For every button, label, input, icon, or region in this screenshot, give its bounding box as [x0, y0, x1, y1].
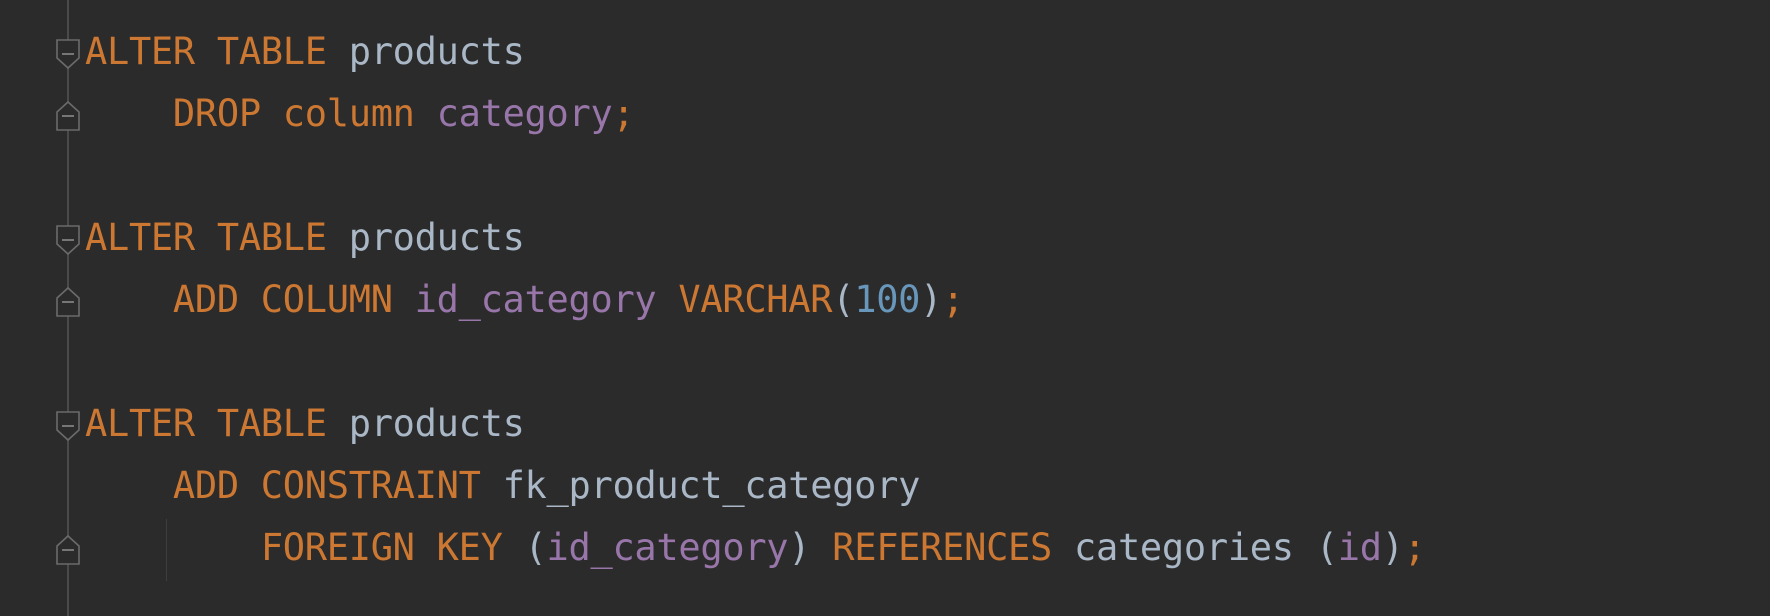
fold-end-icon[interactable]	[55, 98, 81, 131]
code-token: ADD COLUMN	[172, 278, 393, 321]
code-editor[interactable]: ALTER TABLE products DROP column categor…	[0, 0, 1770, 616]
code-token: id_category	[546, 526, 789, 569]
code-line[interactable]: ADD CONSTRAINT fk_product_category	[85, 455, 921, 517]
code-token: id	[1337, 526, 1382, 569]
code-token: (	[524, 526, 547, 569]
fold-end-icon[interactable]	[55, 532, 81, 565]
code-token: 100	[854, 278, 921, 321]
fold-collapse-icon[interactable]	[55, 222, 81, 256]
code-line[interactable]: DROP column category;	[85, 83, 635, 145]
code-token: products	[348, 402, 525, 445]
fold-collapse-icon[interactable]	[55, 408, 81, 442]
code-token: products	[348, 216, 525, 259]
fold-collapse-icon[interactable]	[55, 36, 81, 70]
code-line[interactable]: ADD COLUMN id_category VARCHAR(100);	[85, 269, 965, 331]
code-token: products	[348, 30, 525, 73]
code-line[interactable]: ALTER TABLE products	[85, 207, 525, 269]
code-token: (	[832, 278, 855, 321]
code-token: ALTER TABLE	[85, 402, 327, 445]
code-token: DROP column	[172, 92, 415, 135]
code-token: id_category	[414, 278, 657, 321]
code-token: categories	[1074, 526, 1294, 569]
code-token: ADD CONSTRAINT	[172, 464, 481, 507]
code-token: (	[1315, 526, 1338, 569]
fold-end-icon[interactable]	[55, 284, 81, 317]
code-token: ;	[612, 92, 635, 135]
code-token: category	[436, 92, 613, 135]
code-line[interactable]: FOREIGN KEY (id_category) REFERENCES cat…	[85, 517, 1426, 579]
code-token: )	[788, 526, 811, 569]
code-token: )	[920, 278, 943, 321]
code-token: ALTER TABLE	[85, 216, 327, 259]
code-line[interactable]: ALTER TABLE products	[85, 393, 525, 455]
code-token: FOREIGN KEY	[260, 526, 503, 569]
code-token: ;	[1403, 526, 1426, 569]
code-token: )	[1381, 526, 1404, 569]
code-token: fk_product_category	[502, 464, 921, 507]
code-token: ALTER TABLE	[85, 30, 327, 73]
code-token: ;	[942, 278, 965, 321]
code-token: REFERENCES	[832, 526, 1053, 569]
code-line[interactable]: ALTER TABLE products	[85, 21, 525, 83]
code-token: VARCHAR	[678, 278, 833, 321]
